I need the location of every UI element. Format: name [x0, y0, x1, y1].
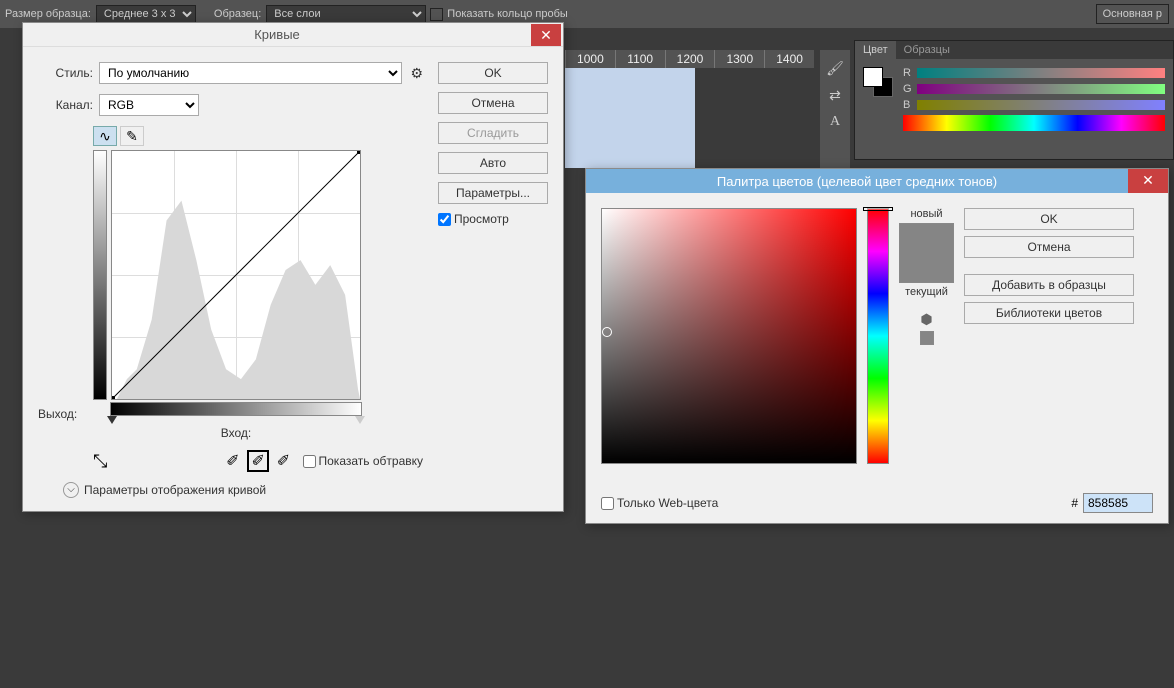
gear-icon[interactable]: ⚙	[410, 65, 423, 82]
hex-label: #	[1071, 496, 1078, 510]
gamut-swatch[interactable]	[920, 331, 934, 345]
channel-select[interactable]: RGB	[99, 94, 199, 116]
tab-swatches[interactable]: Образцы	[896, 41, 958, 59]
new-label: новый	[910, 208, 942, 220]
r-slider[interactable]	[917, 68, 1165, 78]
curve-point-tool-icon[interactable]: ∿	[93, 126, 117, 146]
eyedropper-gray-icon[interactable]: ✐	[247, 450, 269, 472]
input-label: Вход:	[110, 426, 362, 440]
params-button[interactable]: Параметры...	[438, 182, 548, 204]
add-swatch-button[interactable]: Добавить в образцы	[964, 274, 1134, 296]
g-slider[interactable]	[917, 84, 1165, 94]
curves-dialog: Кривые ✕ Стиль: По умолчанию ⚙ Канал: RG…	[22, 22, 564, 512]
hue-slider[interactable]	[867, 208, 889, 464]
ok-button[interactable]: OK	[964, 208, 1134, 230]
text-icon[interactable]: A	[830, 114, 840, 130]
color-picker-dialog: Палитра цветов (целевой цвет средних тон…	[585, 168, 1169, 524]
input-slider[interactable]	[110, 416, 362, 426]
saturation-value-field[interactable]	[601, 208, 857, 464]
output-label: Выход:	[38, 407, 77, 421]
show-clipping-checkbox[interactable]: Показать обтравку	[303, 454, 424, 468]
tool-panel: 🖌 ⇄ A	[820, 50, 850, 170]
brush-icon[interactable]: 🖌	[826, 60, 844, 77]
eyedropper-black-icon[interactable]: ✐	[222, 450, 244, 472]
style-label: Стиль:	[38, 66, 93, 80]
ok-button[interactable]: OK	[438, 62, 548, 84]
eyedropper-white-icon[interactable]: ✐	[273, 450, 295, 472]
cancel-button[interactable]: Отмена	[438, 92, 548, 114]
show-ring-checkbox[interactable]	[430, 8, 443, 21]
horizontal-gradient	[110, 402, 362, 416]
curves-title: Кривые	[23, 27, 531, 42]
picker-title: Палитра цветов (целевой цвет средних тон…	[586, 174, 1128, 189]
preview-checkbox[interactable]: Просмотр	[438, 212, 548, 226]
color-compare-swatch[interactable]	[899, 223, 954, 283]
web-only-checkbox[interactable]: Только Web-цвета	[601, 496, 718, 510]
workspace-button[interactable]: Основная р	[1096, 4, 1169, 24]
smooth-button[interactable]: Сгладить	[438, 122, 548, 144]
channel-label: Канал:	[38, 98, 93, 112]
b-slider[interactable]	[917, 100, 1165, 110]
current-label: текущий	[905, 286, 948, 298]
sample-size-label: Размер образца:	[5, 8, 91, 20]
sample-label: Образец:	[214, 8, 261, 20]
color-panel: Цвет Образцы R G B	[854, 40, 1174, 160]
cancel-button[interactable]: Отмена	[964, 236, 1134, 258]
sample-size-select[interactable]: Среднее 3 x 3	[96, 5, 196, 23]
style-select[interactable]: По умолчанию	[99, 62, 402, 84]
close-icon[interactable]: ✕	[531, 24, 561, 46]
curves-titlebar[interactable]: Кривые ✕	[23, 23, 563, 47]
auto-button[interactable]: Авто	[438, 152, 548, 174]
gamut-warning-icon[interactable]: ⬢	[920, 311, 932, 328]
canvas-area[interactable]	[565, 68, 695, 168]
color-libraries-button[interactable]: Библиотеки цветов	[964, 302, 1134, 324]
target-adjust-icon[interactable]: ⤡	[93, 451, 107, 472]
swap-icon[interactable]: ⇄	[829, 87, 841, 104]
curve-display-expand[interactable]: ⌵ Параметры отображения кривой	[63, 482, 423, 498]
curves-graph[interactable]	[111, 150, 361, 400]
fg-bg-swatch[interactable]	[863, 67, 893, 97]
curve-pencil-tool-icon[interactable]: ✎	[120, 126, 144, 146]
sample-select[interactable]: Все слои	[266, 5, 426, 23]
close-icon[interactable]: ✕	[1128, 169, 1168, 193]
hex-input[interactable]	[1083, 493, 1153, 513]
picker-titlebar[interactable]: Палитра цветов (целевой цвет средних тон…	[586, 169, 1168, 193]
tab-color[interactable]: Цвет	[855, 41, 896, 59]
spectrum-ramp[interactable]	[903, 115, 1165, 131]
sv-cursor	[602, 327, 612, 337]
chevron-down-icon: ⌵	[63, 482, 79, 498]
horizontal-ruler: 1000 1100 1200 1300 1400	[565, 50, 814, 68]
vertical-gradient	[93, 150, 107, 400]
show-ring-label: Показать кольцо пробы	[447, 8, 568, 20]
